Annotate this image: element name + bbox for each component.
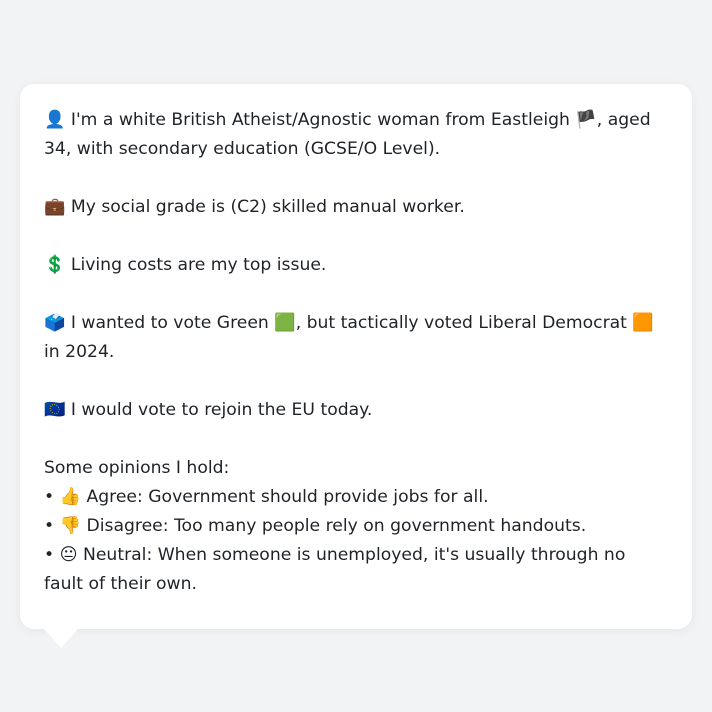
- vote-text-b: , but tactically voted Liberal Democrat: [295, 313, 633, 333]
- bullet: •: [44, 516, 55, 536]
- dollar-icon: 💲: [44, 255, 66, 275]
- identity-paragraph: 👤 I'm a white British Atheist/Agnostic w…: [44, 106, 668, 164]
- bullet: •: [44, 545, 55, 565]
- eu-paragraph: 🇪🇺 I would vote to rejoin the EU today.: [44, 396, 668, 425]
- opinions-paragraph: Some opinions I hold: • 👍 Agree: Governm…: [44, 454, 668, 599]
- vote-text-c: in 2024.: [44, 342, 115, 362]
- vote-text-a: I wanted to vote Green: [70, 313, 275, 333]
- green-square-icon: 🟩: [274, 313, 296, 333]
- top-issue-paragraph: 💲 Living costs are my top issue.: [44, 251, 668, 280]
- opinion-item-agree: • 👍 Agree: Government should provide job…: [44, 483, 668, 512]
- page: 👤 I'm a white British Atheist/Agnostic w…: [0, 0, 712, 712]
- opinion-text: Disagree: Too many people rely on govern…: [86, 516, 587, 536]
- eu-text: I would vote to rejoin the EU today.: [70, 400, 373, 420]
- chat-bubble: 👤 I'm a white British Atheist/Agnostic w…: [20, 84, 692, 629]
- identity-text-a: I'm a white British Atheist/Agnostic wom…: [70, 110, 576, 130]
- thumbs-up-icon: 👍: [59, 487, 82, 507]
- opinion-item-neutral: • 😐 Neutral: When someone is unemployed,…: [44, 541, 668, 599]
- neutral-face-icon: 😐: [59, 545, 78, 565]
- opinions-heading: Some opinions I hold:: [44, 458, 230, 478]
- orange-square-icon: 🟧: [632, 313, 654, 333]
- social-grade-paragraph: 💼 My social grade is (C2) skilled manual…: [44, 193, 668, 222]
- person-icon: 👤: [44, 110, 66, 130]
- briefcase-icon: 💼: [44, 197, 66, 217]
- ballot-box-icon: 🗳️: [44, 313, 66, 333]
- opinion-item-disagree: • 👎 Disagree: Too many people rely on go…: [44, 512, 668, 541]
- opinion-text: Neutral: When someone is unemployed, it'…: [44, 545, 626, 594]
- eu-flag-icon: 🇪🇺: [44, 400, 66, 420]
- vote-paragraph: 🗳️ I wanted to vote Green 🟩, but tactica…: [44, 309, 668, 367]
- social-grade-text: My social grade is (C2) skilled manual w…: [70, 197, 465, 217]
- england-flag-icon: 🏴: [575, 110, 597, 130]
- opinion-text: Agree: Government should provide jobs fo…: [86, 487, 489, 507]
- bullet: •: [44, 487, 55, 507]
- top-issue-text: Living costs are my top issue.: [70, 255, 327, 275]
- bubble-tail: [43, 628, 79, 648]
- thumbs-down-icon: 👎: [59, 516, 82, 536]
